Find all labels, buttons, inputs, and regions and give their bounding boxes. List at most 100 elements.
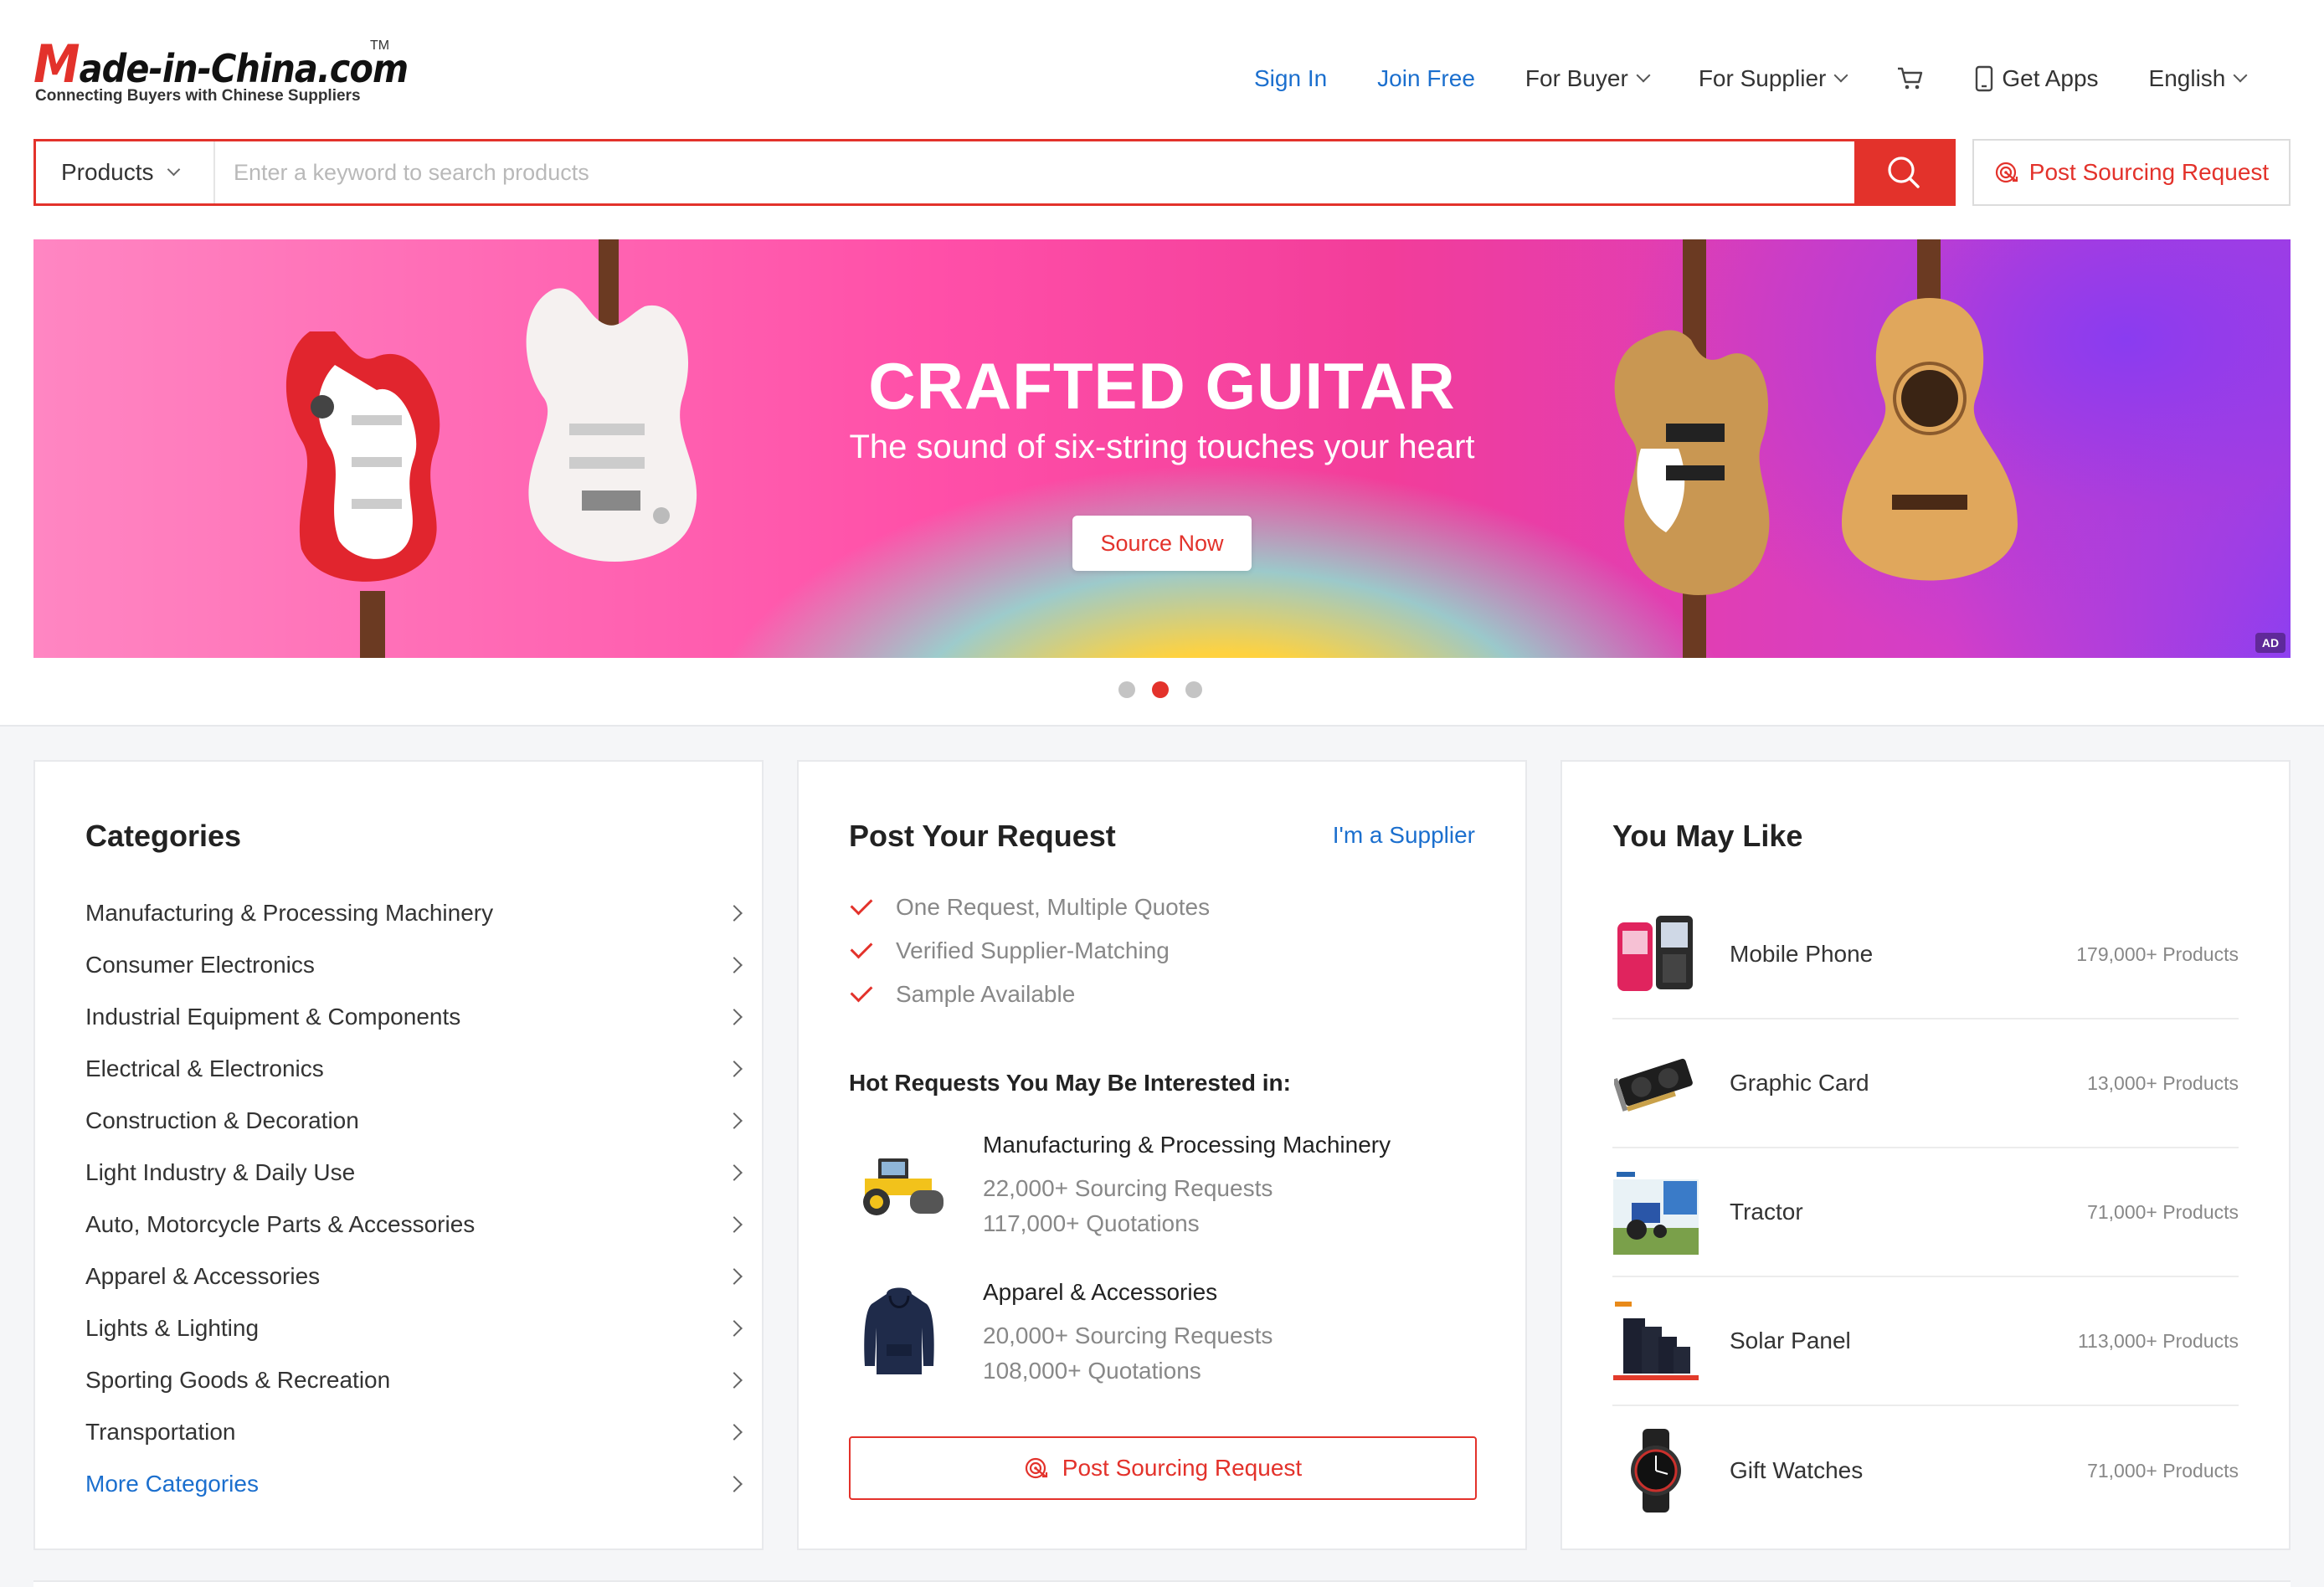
category-item[interactable]: Manufacturing & Processing Machinery — [85, 887, 755, 939]
category-item[interactable]: Lights & Lighting — [85, 1302, 755, 1354]
logo-trademark: TM — [370, 39, 390, 53]
hot-requests-title: Hot Requests You May Be Interested in: — [849, 1070, 1291, 1096]
target-icon — [1024, 1455, 1051, 1482]
cart-button[interactable] — [1896, 66, 1925, 91]
carousel-dot[interactable] — [1185, 681, 1202, 698]
category-item[interactable]: Construction & Decoration — [85, 1095, 755, 1147]
post-request-title: Post Your Request — [849, 819, 1116, 853]
category-item[interactable]: Industrial Equipment & Components — [85, 991, 755, 1043]
cart-icon — [1896, 66, 1925, 91]
you-may-like-list: Mobile Phone 179,000+ Products Graphic C… — [1612, 891, 2239, 1535]
supplier-link[interactable]: I'm a Supplier — [1333, 822, 1475, 849]
hot-request-item[interactable]: Manufacturing & Processing Machinery 22,… — [849, 1130, 1485, 1256]
benefit-item: Sample Available — [849, 973, 1210, 1016]
recommended-item[interactable]: Tractor 71,000+ Products — [1612, 1148, 2239, 1277]
category-label: Electrical & Electronics — [85, 1055, 324, 1081]
chevron-down-icon — [167, 162, 180, 176]
benefit-label: Sample Available — [896, 981, 1076, 1007]
recommended-item-count: 13,000+ Products — [2087, 1071, 2239, 1094]
search-input[interactable] — [217, 141, 1774, 203]
next-section-edge — [33, 1580, 2291, 1587]
more-categories-link[interactable]: More Categories — [85, 1458, 755, 1510]
for-buyer-menu[interactable]: For Buyer — [1525, 65, 1651, 92]
category-item[interactable]: Auto, Motorcycle Parts & Accessories — [85, 1199, 755, 1251]
category-label: Consumer Electronics — [85, 952, 315, 978]
category-label: Construction & Decoration — [85, 1107, 359, 1133]
carousel-dot-active[interactable] — [1152, 681, 1169, 698]
search-category-dropdown[interactable]: Products — [36, 141, 215, 203]
search-button[interactable] — [1854, 141, 1953, 203]
chevron-right-icon — [726, 1112, 743, 1129]
search-icon — [1885, 154, 1922, 191]
graphic-card-image — [1612, 1040, 1699, 1127]
category-item[interactable]: Transportation — [85, 1406, 755, 1458]
category-label: Manufacturing & Processing Machinery — [85, 900, 494, 926]
category-item[interactable]: Sporting Goods & Recreation — [85, 1354, 755, 1406]
post-sourcing-request-button[interactable]: Post Sourcing Request — [1972, 139, 2291, 206]
recommended-item-count: 113,000+ Products — [2077, 1329, 2239, 1352]
benefit-label: Verified Supplier-Matching — [896, 937, 1170, 963]
category-item[interactable]: Electrical & Electronics — [85, 1043, 755, 1095]
hot-request-count: 20,000+ Sourcing Requests — [983, 1322, 1273, 1348]
tractor-image — [1612, 1168, 1699, 1256]
you-may-like-card: You May Like Mobile Phone 179,000+ Produ… — [1560, 760, 2291, 1550]
category-label: Light Industry & Daily Use — [85, 1159, 356, 1185]
carousel-dots — [1118, 681, 1219, 698]
chevron-right-icon — [726, 1061, 743, 1077]
solar-panel-image — [1612, 1297, 1699, 1384]
get-apps-label: Get Apps — [2002, 65, 2099, 91]
recommended-item[interactable]: Solar Panel 113,000+ Products — [1612, 1277, 2239, 1406]
category-item[interactable]: Consumer Electronics — [85, 939, 755, 991]
post-sourcing-request-label: Post Sourcing Request — [1062, 1455, 1303, 1481]
chevron-right-icon — [726, 1009, 743, 1025]
recommended-item[interactable]: Gift Watches 71,000+ Products — [1612, 1406, 2239, 1535]
benefit-item: Verified Supplier-Matching — [849, 929, 1210, 973]
logo-tagline: Connecting Buyers with Chinese Suppliers — [35, 87, 361, 105]
recommended-item-name: Mobile Phone — [1730, 941, 1874, 967]
language-selector[interactable]: English — [2148, 65, 2248, 92]
chevron-down-icon — [1636, 68, 1651, 83]
get-apps-link[interactable]: Get Apps — [1975, 65, 2099, 92]
chevron-right-icon — [726, 1424, 743, 1441]
search-bar: Products — [33, 139, 1956, 206]
chevron-right-icon — [726, 1476, 743, 1492]
recommended-item[interactable]: Mobile Phone 179,000+ Products — [1612, 891, 2239, 1019]
post-sourcing-request-button[interactable]: Post Sourcing Request — [849, 1436, 1477, 1500]
check-icon — [850, 979, 873, 1003]
category-item[interactable]: Light Industry & Daily Use — [85, 1147, 755, 1199]
hot-request-name: Manufacturing & Processing Machinery — [983, 1132, 1391, 1158]
chevron-right-icon — [726, 1372, 743, 1389]
chevron-right-icon — [726, 1216, 743, 1233]
category-label: Lights & Lighting — [85, 1315, 260, 1341]
categories-list: Manufacturing & Processing Machinery Con… — [85, 887, 755, 1510]
mobile-phone-image — [1612, 911, 1699, 998]
promo-banner[interactable]: CRAFTED GUITAR The sound of six-string t… — [33, 239, 2291, 658]
hot-request-quotations: 117,000+ Quotations — [983, 1210, 1200, 1236]
top-navigation: Sign In Join Free For Buyer For Supplier… — [1254, 60, 2248, 97]
site-logo[interactable]: Made-in-China.com TM Connecting Buyers w… — [33, 33, 409, 110]
chevron-right-icon — [726, 1164, 743, 1181]
source-now-button[interactable]: Source Now — [1072, 516, 1252, 571]
you-may-like-title: You May Like — [1612, 819, 1803, 853]
join-free-link[interactable]: Join Free — [1377, 65, 1475, 92]
benefit-item: One Request, Multiple Quotes — [849, 886, 1210, 929]
post-sourcing-request-label: Post Sourcing Request — [2028, 159, 2270, 185]
road-roller-image — [849, 1130, 949, 1239]
banner-title: CRAFTED GUITAR — [868, 349, 1456, 423]
target-icon — [1994, 159, 2021, 186]
hot-request-item[interactable]: Apparel & Accessories 20,000+ Sourcing R… — [849, 1277, 1485, 1403]
category-label: Transportation — [85, 1419, 236, 1445]
carousel-dot[interactable] — [1118, 681, 1135, 698]
sign-in-link[interactable]: Sign In — [1254, 65, 1327, 92]
check-icon — [850, 892, 873, 916]
categories-title: Categories — [85, 819, 242, 853]
request-benefits: One Request, Multiple Quotes Verified Su… — [849, 886, 1210, 1016]
language-label: English — [2148, 65, 2226, 91]
chevron-right-icon — [726, 1268, 743, 1285]
category-item[interactable]: Apparel & Accessories — [85, 1251, 755, 1302]
recommended-item-count: 179,000+ Products — [2076, 942, 2239, 965]
recommended-item[interactable]: Graphic Card 13,000+ Products — [1612, 1019, 2239, 1148]
for-supplier-label: For Supplier — [1698, 65, 1827, 91]
for-supplier-menu[interactable]: For Supplier — [1698, 65, 1848, 92]
recommended-item-name: Solar Panel — [1730, 1328, 1851, 1353]
